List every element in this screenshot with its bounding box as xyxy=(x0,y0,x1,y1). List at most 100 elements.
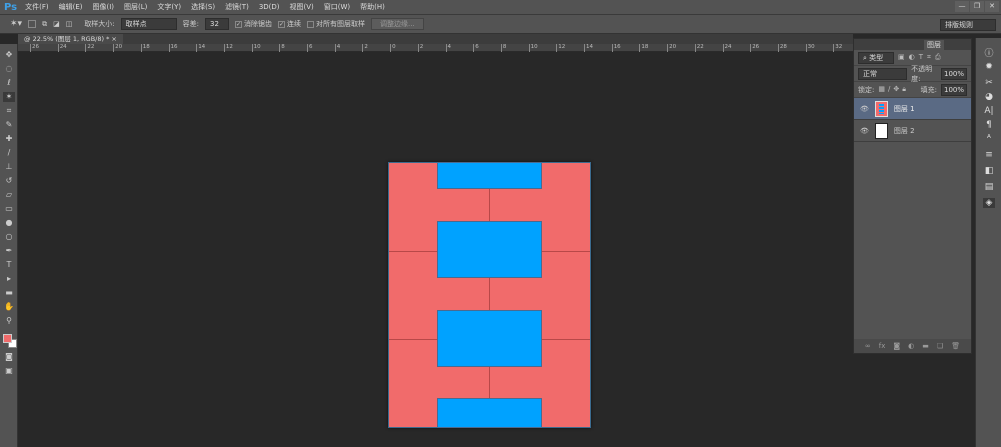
add-selection-icon[interactable]: ⧉ xyxy=(42,20,47,29)
ruler-tick: 18 xyxy=(140,44,150,52)
menu-3d[interactable]: 3D(D) xyxy=(259,3,280,11)
document-tab[interactable]: @ 22.5% (图层 1, RGB/8) * × xyxy=(18,34,123,44)
color-icon[interactable]: ✹ xyxy=(983,62,995,72)
intersect-selection-icon[interactable]: ◫ xyxy=(66,20,73,28)
stamp-tool-icon[interactable]: ⊥ xyxy=(3,162,15,172)
ruler-tick: 20 xyxy=(667,44,677,52)
close-button[interactable]: ✕ xyxy=(985,1,999,12)
menu-view[interactable]: 视图(V) xyxy=(290,2,314,12)
eye-icon[interactable]: 👁︎ xyxy=(860,105,869,113)
glyphs-icon[interactable]: ᴬ xyxy=(983,134,995,144)
path-select-icon[interactable]: ▸ xyxy=(3,274,15,284)
ruler-tick: 6 xyxy=(307,44,313,52)
channels-icon[interactable]: ◧ xyxy=(983,166,995,176)
brush-tool-icon[interactable]: / xyxy=(3,148,15,158)
lock-icons[interactable]: ▦/✥🔒︎ xyxy=(878,85,909,94)
link-icon[interactable]: ∞ xyxy=(865,342,871,350)
antialias-checkbox[interactable]: ✓ 消除锯齿 xyxy=(235,19,272,29)
styles-icon[interactable]: ◕ xyxy=(983,92,995,102)
history-brush-icon[interactable]: ↺ xyxy=(3,176,15,186)
menu-window[interactable]: 窗口(W) xyxy=(324,2,350,12)
new-selection-icon[interactable] xyxy=(28,20,37,28)
menu-help[interactable]: 帮助(H) xyxy=(360,2,385,12)
eye-icon[interactable]: 👁︎ xyxy=(860,127,869,135)
menu-type[interactable]: 文字(Y) xyxy=(157,2,181,12)
character-icon[interactable]: A| xyxy=(983,106,995,116)
fx-icon[interactable]: fx xyxy=(879,342,886,350)
zoom-tool-icon[interactable]: ⚲ xyxy=(3,316,15,326)
lasso-tool-icon[interactable]: ℓ xyxy=(3,78,15,88)
refine-edge-button[interactable]: 调整边缘... xyxy=(371,18,424,30)
ruler-tick: 6 xyxy=(473,44,479,52)
subtract-selection-icon[interactable]: ◪ xyxy=(53,20,60,28)
menu-layer[interactable]: 图层(L) xyxy=(124,2,147,12)
ruler-tick: 30 xyxy=(805,44,815,52)
sample-size-select[interactable]: 取样点 xyxy=(120,18,177,30)
mask-icon[interactable]: ◙ xyxy=(893,342,900,350)
new-layer-icon[interactable]: ❏ xyxy=(937,342,943,350)
marquee-tool-icon[interactable]: ◌ xyxy=(3,64,15,74)
adjustments-icon[interactable]: ≡ xyxy=(983,150,995,160)
filter-select[interactable]: ⌕ 类型 xyxy=(858,51,894,64)
menu-file[interactable]: 文件(F) xyxy=(25,2,49,12)
opacity-input[interactable]: 100% xyxy=(940,67,967,80)
tolerance-input[interactable]: 32 xyxy=(205,18,230,30)
crop-tool-icon[interactable]: ⌗ xyxy=(3,106,15,116)
fill-input[interactable]: 100% xyxy=(940,83,967,96)
horizontal-ruler: 26 24 22 20 18 16 14 12 10 8 6 4 2 0 2 4 6 8 10 12 14 16 18 20 2… xyxy=(18,44,853,52)
restore-button[interactable]: ❐ xyxy=(970,1,984,12)
filter-icons[interactable]: ▣◐T⌗⎙ xyxy=(898,53,945,62)
layer-thumbnail xyxy=(874,122,888,139)
ruler-tick: 8 xyxy=(500,44,507,52)
guide-line xyxy=(489,366,490,399)
ruler-tick: 10 xyxy=(528,44,538,52)
paragraph-icon[interactable]: ¶ xyxy=(983,120,995,130)
move-tool-icon[interactable]: ✥ xyxy=(3,50,15,60)
magic-wand-icon[interactable]: ✶▾ xyxy=(10,19,22,29)
contiguous-checkbox[interactable]: ✓ 连续 xyxy=(278,19,301,29)
all-layers-checkbox[interactable]: 对所有图层取样 xyxy=(307,19,365,29)
adjustment-icon[interactable]: ◐ xyxy=(908,342,914,350)
pen-tool-icon[interactable]: ✒ xyxy=(3,246,15,256)
dodge-tool-icon[interactable]: ○ xyxy=(3,232,15,242)
workspace-select[interactable]: 排版规则 xyxy=(940,19,996,31)
tab-layers[interactable]: 图层 xyxy=(924,40,944,50)
hand-tool-icon[interactable]: ✋ xyxy=(3,302,15,312)
layers-icon[interactable]: ◈ xyxy=(983,198,995,208)
minimize-button[interactable]: — xyxy=(955,1,969,12)
eraser-tool-icon[interactable]: ▱ xyxy=(3,190,15,200)
panel-dock: ⓘ ✹ ✂ ◕ A| ¶ ᴬ ≡ ◧ ▤ ◈ xyxy=(975,38,1001,447)
screen-mode-icon[interactable]: ▣ xyxy=(3,366,15,376)
menu-filter[interactable]: 滤镜(T) xyxy=(225,2,249,12)
info-icon[interactable]: ⓘ xyxy=(983,46,995,59)
layer-row[interactable]: 👁︎ 图层 1 xyxy=(854,98,971,120)
healing-tool-icon[interactable]: ✚ xyxy=(3,134,15,144)
menu-select[interactable]: 选择(S) xyxy=(191,2,215,12)
folder-icon[interactable]: ▬ xyxy=(922,342,929,350)
blue-rectangle xyxy=(437,398,542,428)
layer-row[interactable]: 👁︎ 图层 2 xyxy=(854,120,971,142)
ruler-tick: 32 xyxy=(833,44,843,52)
blend-mode-select[interactable]: 正常 xyxy=(858,67,908,80)
foreground-color-swatch[interactable] xyxy=(3,334,12,343)
check-icon: ✓ xyxy=(278,20,286,28)
document-canvas[interactable] xyxy=(388,162,591,428)
ruler-tick: 10 xyxy=(251,44,261,52)
shape-tool-icon[interactable]: ▬ xyxy=(3,288,15,298)
eyedropper-tool-icon[interactable]: ✎ xyxy=(3,120,15,130)
close-tab-icon[interactable]: × xyxy=(111,35,116,43)
lock-label: 锁定: xyxy=(858,85,875,94)
trash-icon[interactable]: 🗑︎ xyxy=(951,342,960,350)
magic-wand-tool-icon[interactable]: ✶ xyxy=(3,92,15,102)
quick-mask-icon[interactable]: ◙ xyxy=(3,352,15,362)
guide-line xyxy=(489,189,490,222)
menu-edit[interactable]: 编辑(E) xyxy=(59,2,83,12)
tools-panel: ✥ ◌ ℓ ✶ ⌗ ✎ ✚ / ⊥ ↺ ▱ ▭ ● ○ ✒ T ▸ ▬ ✋ ⚲ … xyxy=(0,44,18,447)
gradient-tool-icon[interactable]: ▭ xyxy=(3,204,15,214)
menu-image[interactable]: 图像(I) xyxy=(93,2,115,12)
blur-tool-icon[interactable]: ● xyxy=(3,218,15,228)
tools-icon[interactable]: ✂ xyxy=(983,78,995,88)
tolerance-label: 容差: xyxy=(182,20,200,28)
type-tool-icon[interactable]: T xyxy=(3,260,15,270)
properties-icon[interactable]: ▤ xyxy=(983,182,995,192)
